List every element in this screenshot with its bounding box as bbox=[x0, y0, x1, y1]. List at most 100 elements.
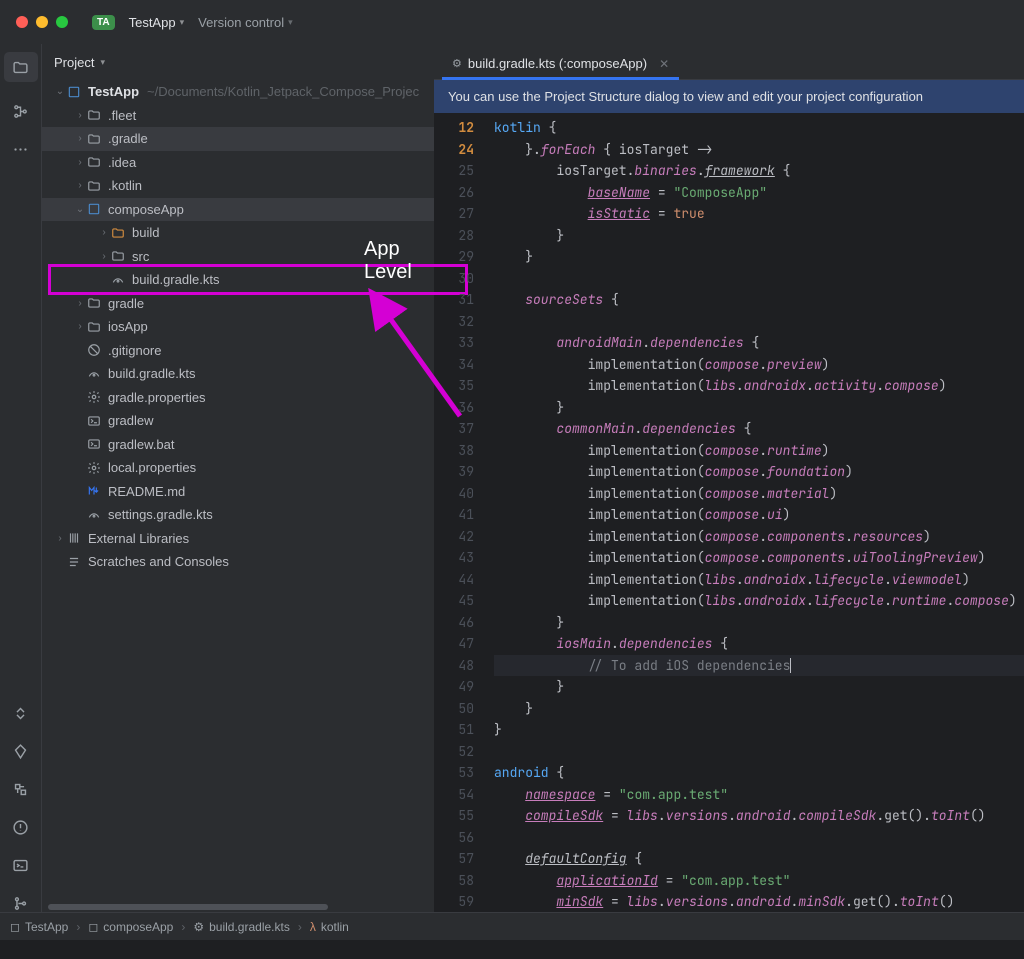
code-line[interactable]: implementation(compose.ui) bbox=[494, 504, 1024, 526]
expand-icon[interactable]: › bbox=[74, 321, 86, 332]
tree-node[interactable]: ⌄composeApp bbox=[42, 198, 434, 222]
line-number[interactable]: 34 bbox=[434, 354, 474, 376]
intention-bulb-icon[interactable]: 💡 bbox=[434, 655, 437, 677]
code-line[interactable] bbox=[494, 741, 1024, 763]
code-line[interactable]: applicationId = "com.app.test" bbox=[494, 870, 1024, 892]
project-tree[interactable]: ⌄TestApp~/Documents/Kotlin_Jetpack_Compo… bbox=[42, 80, 434, 912]
tree-node[interactable]: build.gradle.kts bbox=[42, 362, 434, 386]
line-number[interactable]: 29 bbox=[434, 246, 474, 268]
line-number[interactable]: 42 bbox=[434, 526, 474, 548]
tree-node[interactable]: ›src bbox=[42, 245, 434, 269]
expand-icon[interactable]: ⌄ bbox=[74, 204, 86, 215]
code-line[interactable]: }.forEach { iosTarget -> bbox=[494, 139, 1024, 161]
code-line[interactable]: implementation(compose.preview) bbox=[494, 354, 1024, 376]
breadcrumb-item[interactable]: ⚙build.gradle.kts› bbox=[193, 920, 301, 934]
tree-node[interactable]: gradle.properties bbox=[42, 386, 434, 410]
expand-icon[interactable]: › bbox=[98, 251, 110, 262]
tree-node[interactable]: ›build bbox=[42, 221, 434, 245]
line-number[interactable]: 54 bbox=[434, 784, 474, 806]
code-line[interactable]: iosMain.dependencies { bbox=[494, 633, 1024, 655]
terminal-tool-icon[interactable] bbox=[12, 856, 30, 874]
beaker-tool-icon[interactable] bbox=[12, 780, 30, 798]
code-line[interactable]: } bbox=[494, 225, 1024, 247]
line-number[interactable]: 38 bbox=[434, 440, 474, 462]
minimize-window-icon[interactable] bbox=[36, 16, 48, 28]
code-line[interactable]: } bbox=[494, 612, 1024, 634]
project-structure-banner[interactable]: You can use the Project Structure dialog… bbox=[434, 80, 1024, 113]
line-number[interactable]: 27 bbox=[434, 203, 474, 225]
expand-icon[interactable]: › bbox=[74, 157, 86, 168]
code-line[interactable] bbox=[494, 827, 1024, 849]
tree-node[interactable]: ⌄TestApp~/Documents/Kotlin_Jetpack_Compo… bbox=[42, 80, 434, 104]
code-line[interactable]: compileSdk = libs.versions.android.compi… bbox=[494, 805, 1024, 827]
line-number[interactable]: 12 bbox=[434, 117, 474, 139]
breadcrumb-item[interactable]: ◻composeApp› bbox=[88, 920, 185, 934]
breadcrumb-item[interactable]: λkotlin bbox=[310, 920, 349, 934]
code-line[interactable]: implementation(compose.material) bbox=[494, 483, 1024, 505]
expand-icon[interactable]: › bbox=[54, 533, 66, 544]
line-number[interactable]: 59 bbox=[434, 891, 474, 912]
line-number[interactable]: 46 bbox=[434, 612, 474, 634]
line-number[interactable]: 30 bbox=[434, 268, 474, 290]
line-number[interactable]: 💡48 bbox=[434, 655, 474, 677]
expand-icon[interactable]: › bbox=[74, 298, 86, 309]
tree-node[interactable]: ›.fleet bbox=[42, 104, 434, 128]
tree-node[interactable]: gradlew.bat bbox=[42, 433, 434, 457]
tree-node[interactable]: ›.gradle bbox=[42, 127, 434, 151]
code-line[interactable]: sourceSets { bbox=[494, 289, 1024, 311]
editor-tab[interactable]: ⚙ build.gradle.kts (:composeApp) ✕ bbox=[442, 48, 679, 79]
tree-scrollbar[interactable] bbox=[42, 902, 434, 912]
line-number[interactable]: 37 bbox=[434, 418, 474, 440]
code-line[interactable]: isStatic = true bbox=[494, 203, 1024, 225]
line-number[interactable]: 28 bbox=[434, 225, 474, 247]
line-number[interactable]: 43 bbox=[434, 547, 474, 569]
tree-node[interactable]: README.md bbox=[42, 480, 434, 504]
code-line[interactable]: // To add iOS dependencies bbox=[494, 655, 1024, 677]
expand-icon[interactable]: ⌄ bbox=[54, 86, 66, 97]
expand-icon[interactable]: › bbox=[74, 133, 86, 144]
diamond-tool-icon[interactable] bbox=[12, 742, 30, 760]
line-number[interactable]: 52 bbox=[434, 741, 474, 763]
close-window-icon[interactable] bbox=[16, 16, 28, 28]
code-editor[interactable]: 1224252627282930313233343536373839404142… bbox=[434, 113, 1024, 912]
code-line[interactable]: implementation(libs.androidx.lifecycle.r… bbox=[494, 590, 1024, 612]
more-tool-icon[interactable] bbox=[12, 140, 30, 158]
line-number[interactable]: 53 bbox=[434, 762, 474, 784]
line-number[interactable]: 35 bbox=[434, 375, 474, 397]
tree-node[interactable]: ›gradle bbox=[42, 292, 434, 316]
code-line[interactable]: android { bbox=[494, 762, 1024, 784]
line-number[interactable]: 50 bbox=[434, 698, 474, 720]
code-line[interactable]: implementation(compose.runtime) bbox=[494, 440, 1024, 462]
project-selector[interactable]: TestApp ▾ bbox=[129, 15, 185, 30]
editor-content[interactable]: kotlin { }.forEach { iosTarget -> iosTar… bbox=[482, 113, 1024, 912]
code-line[interactable]: implementation(compose.foundation) bbox=[494, 461, 1024, 483]
code-line[interactable]: commonMain.dependencies { bbox=[494, 418, 1024, 440]
breadcrumb-item[interactable]: ◻TestApp› bbox=[10, 920, 80, 934]
code-line[interactable] bbox=[494, 268, 1024, 290]
line-number[interactable]: 57 bbox=[434, 848, 474, 870]
line-number[interactable]: 49 bbox=[434, 676, 474, 698]
code-line[interactable]: namespace = "com.app.test" bbox=[494, 784, 1024, 806]
expand-icon[interactable]: › bbox=[98, 227, 110, 238]
project-view-selector[interactable]: Project ▾ bbox=[42, 44, 434, 80]
tree-node[interactable]: ›External Libraries bbox=[42, 527, 434, 551]
line-number[interactable]: 25 bbox=[434, 160, 474, 182]
line-number[interactable]: 39 bbox=[434, 461, 474, 483]
line-number[interactable]: 24 bbox=[434, 139, 474, 161]
expand-icon[interactable]: › bbox=[74, 180, 86, 191]
code-line[interactable]: implementation(compose.components.resour… bbox=[494, 526, 1024, 548]
tree-node[interactable]: ›.idea bbox=[42, 151, 434, 175]
code-line[interactable]: implementation(libs.androidx.lifecycle.v… bbox=[494, 569, 1024, 591]
line-number[interactable]: 45 bbox=[434, 590, 474, 612]
line-number[interactable]: 41 bbox=[434, 504, 474, 526]
code-line[interactable]: baseName = "ComposeApp" bbox=[494, 182, 1024, 204]
line-number[interactable]: 26 bbox=[434, 182, 474, 204]
code-line[interactable]: } bbox=[494, 676, 1024, 698]
code-line[interactable]: implementation(compose.components.uiTool… bbox=[494, 547, 1024, 569]
code-line[interactable]: androidMain.dependencies { bbox=[494, 332, 1024, 354]
code-line[interactable]: } bbox=[494, 719, 1024, 741]
tree-node[interactable]: ›.kotlin bbox=[42, 174, 434, 198]
line-number[interactable]: 55 bbox=[434, 805, 474, 827]
tree-node[interactable]: Scratches and Consoles bbox=[42, 550, 434, 574]
line-number[interactable]: 47 bbox=[434, 633, 474, 655]
